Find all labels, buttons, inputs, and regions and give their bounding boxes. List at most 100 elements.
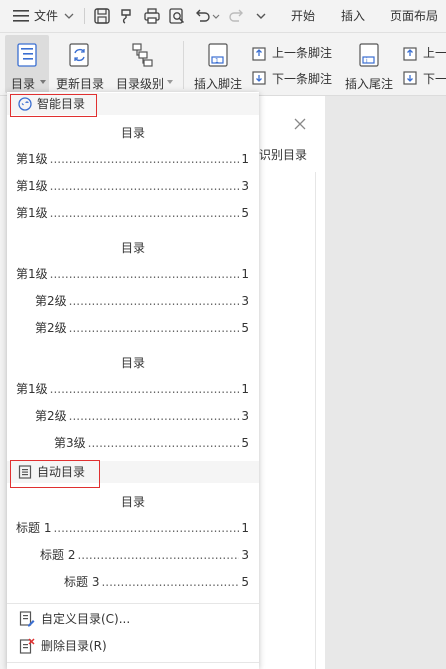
- toc-row-page: 5: [241, 436, 249, 450]
- insert-endnote-label: 插入尾注: [344, 77, 393, 91]
- update-toc-label: 更新目录: [55, 77, 104, 91]
- menu-bar: 文件 开始 插入 页面布局: [0, 0, 446, 33]
- toc-row-page: 1: [241, 267, 249, 281]
- toc-row-leader: ........................................…: [49, 267, 240, 281]
- toc-preview-row[interactable]: 第2级.....................................…: [35, 293, 249, 309]
- toc-row-leader: ........................................…: [68, 294, 240, 308]
- toc-preview-title: 目录: [120, 241, 145, 255]
- custom-toc-menu-item[interactable]: 自定义目录(C)...: [7, 606, 259, 632]
- chevron-down-icon[interactable]: [64, 12, 74, 20]
- toc-preview-row[interactable]: 第2级.....................................…: [35, 408, 249, 424]
- toc-row-leader: ........................................…: [49, 206, 240, 220]
- toc-row-leader: ........................................…: [87, 436, 240, 450]
- delete-toc-icon: [19, 638, 35, 654]
- toc-row-name: 第1级: [16, 179, 48, 193]
- next-endnote-label: 下一: [423, 72, 446, 86]
- toc-row-leader: ........................................…: [101, 575, 239, 589]
- svg-text:1: 1: [215, 58, 219, 65]
- close-icon[interactable]: [294, 118, 306, 130]
- print-preview-icon[interactable]: [168, 7, 186, 25]
- insert-endnote-icon: i: [359, 43, 379, 67]
- toc-preview-row[interactable]: 第1级.....................................…: [16, 381, 249, 397]
- quick-access-customize-icon[interactable]: [256, 12, 266, 20]
- next-footnote-button[interactable]: 下一条脚注: [252, 69, 337, 89]
- smart-toc-highlight: [10, 94, 97, 117]
- toc-preview-row[interactable]: 第1级.....................................…: [16, 205, 249, 221]
- next-footnote-icon: [252, 71, 266, 85]
- side-panel-content: [259, 172, 316, 669]
- tab-insert[interactable]: 插入: [341, 0, 365, 32]
- toc-row-name: 标题 2: [40, 548, 76, 562]
- toc-row-name: 第1级: [16, 206, 48, 220]
- recognize-toc-text[interactable]: 识别目录: [259, 146, 307, 163]
- ribbon-toolbar: 目录 更新目录 目录级别 1 插入脚注 上一条脚注 下一条脚注 i 插入尾注 上…: [0, 33, 446, 96]
- next-footnote-label: 下一条脚注: [272, 72, 333, 86]
- custom-toc-label: 自定义目录(C)...: [41, 612, 131, 626]
- update-toc-button[interactable]: 更新目录: [54, 35, 106, 93]
- update-toc-icon: [69, 43, 89, 67]
- toc-preview-row[interactable]: 标题 3....................................…: [64, 574, 249, 590]
- toc-row-page: 5: [241, 206, 249, 220]
- redo-icon: [229, 9, 243, 22]
- toc-row-page: 5: [241, 321, 249, 335]
- toc-dropdown-menu: 智能目录 目录 第1级.............................…: [7, 92, 259, 669]
- format-painter-icon[interactable]: [118, 7, 136, 25]
- print-icon[interactable]: [143, 7, 161, 25]
- toc-preview-row[interactable]: 第1级.....................................…: [16, 266, 249, 282]
- toc-preview-row[interactable]: 第3级.....................................…: [54, 435, 249, 451]
- prev-footnote-button[interactable]: 上一条脚注: [252, 43, 337, 63]
- toc-row-name: 标题 1: [16, 521, 52, 535]
- toc-row-page: 1: [241, 382, 249, 396]
- save-icon[interactable]: [93, 7, 111, 25]
- toc-row-name: 第3级: [54, 436, 86, 450]
- next-endnote-button[interactable]: 下一: [403, 69, 446, 89]
- toc-preview-title: 目录: [120, 126, 145, 140]
- toc-preview-row[interactable]: 第1级.....................................…: [16, 178, 249, 194]
- toc-row-name: 标题 3: [64, 575, 100, 589]
- toc-icon: [17, 43, 37, 67]
- toc-row-leader: ........................................…: [77, 548, 239, 562]
- toc-button[interactable]: 目录: [5, 35, 49, 93]
- insert-endnote-button[interactable]: i 插入尾注: [343, 35, 395, 93]
- next-endnote-icon: [403, 71, 417, 85]
- hamburger-menu-icon[interactable]: [13, 10, 29, 22]
- insert-footnote-icon: 1: [208, 43, 228, 67]
- toc-preview-row[interactable]: 标题 1....................................…: [16, 520, 249, 536]
- toc-row-name: 第1级: [16, 267, 48, 281]
- tab-home[interactable]: 开始: [291, 0, 315, 32]
- auto-toc-highlight: [10, 460, 100, 488]
- toc-level-button[interactable]: 目录级别: [112, 35, 174, 93]
- custom-toc-icon: [19, 611, 35, 627]
- document-area: [325, 96, 446, 669]
- toc-preview-row[interactable]: 标题 2....................................…: [40, 547, 249, 563]
- toc-preview-title: 目录: [120, 495, 145, 509]
- toc-dropdown-caret-icon: [40, 80, 46, 84]
- toc-row-page: 3: [241, 548, 249, 562]
- prev-endnote-label: 上一: [423, 46, 446, 60]
- tab-page-layout[interactable]: 页面布局: [390, 0, 438, 32]
- toc-level-icon: [132, 43, 153, 67]
- smart-toc-side-panel: 识别目录: [259, 96, 325, 669]
- toc-row-name: 第2级: [35, 294, 67, 308]
- toc-row-leader: ........................................…: [49, 382, 240, 396]
- delete-toc-menu-item[interactable]: 删除目录(R): [7, 633, 259, 659]
- toc-level-caret-icon: [167, 80, 173, 84]
- toc-row-leader: ........................................…: [68, 409, 240, 423]
- undo-icon[interactable]: [194, 7, 212, 25]
- toc-row-page: 3: [241, 179, 249, 193]
- prev-footnote-label: 上一条脚注: [272, 46, 333, 60]
- divider: [7, 603, 259, 604]
- toc-preview-row[interactable]: 第1级.....................................…: [16, 151, 249, 167]
- toc-preview-row[interactable]: 第2级.....................................…: [35, 320, 249, 336]
- toc-row-name: 第1级: [16, 152, 48, 166]
- undo-dropdown-chevron-icon[interactable]: [212, 14, 220, 20]
- toc-row-page: 5: [241, 575, 249, 589]
- insert-footnote-button[interactable]: 1 插入脚注: [192, 35, 244, 93]
- toc-row-name: 第1级: [16, 382, 48, 396]
- toc-row-name: 第2级: [35, 321, 67, 335]
- file-menu-label[interactable]: 文件: [34, 0, 58, 32]
- delete-toc-label: 删除目录(R): [41, 639, 107, 653]
- toc-row-page: 1: [241, 152, 249, 166]
- prev-endnote-button[interactable]: 上一: [403, 43, 446, 63]
- toc-level-label: 目录级别: [115, 77, 164, 91]
